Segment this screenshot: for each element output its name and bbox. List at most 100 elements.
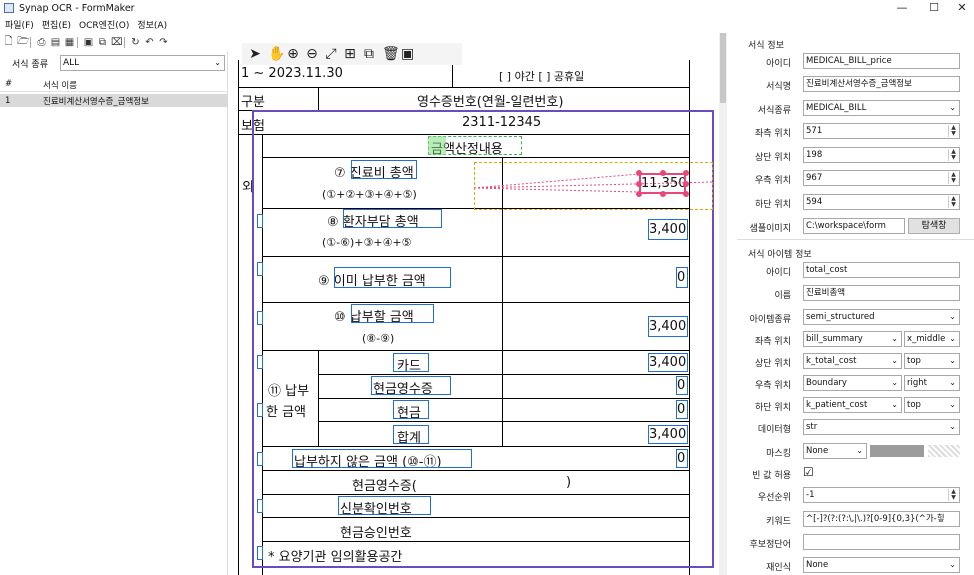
item-bottom-select[interactable]: k_patient_cost ⌄ (803, 397, 902, 413)
item-priority-input[interactable]: -1 ▲ ▼ (803, 487, 960, 503)
copy-icon[interactable]: ⧉ (97, 37, 108, 48)
toolbar-separator (30, 36, 31, 48)
menu-file[interactable]: 파일(F) (5, 18, 34, 31)
chevron-down-icon: ⌄ (949, 422, 956, 431)
item-keyword-label: 키워드 (766, 517, 791, 527)
trash-icon[interactable]: 🗑 (382, 46, 400, 62)
form-right-input[interactable]: 967 ▲ ▼ (803, 170, 960, 186)
resize-handle[interactable] (636, 170, 642, 176)
item-right-select[interactable]: Boundary ⌄ (803, 375, 902, 391)
minimize-button[interactable]: — (886, 0, 918, 16)
close-button[interactable]: ✕ (946, 0, 974, 16)
spinner-icon[interactable]: ▲ ▼ (948, 172, 958, 184)
spinner-icon[interactable]: ▲ ▼ (948, 489, 958, 501)
col-num-header: # (5, 79, 13, 89)
doc-top-right: [ ] 야간 [ ] 공휴일 (499, 70, 585, 83)
form-id-input[interactable]: MEDICAL_BILL_price (803, 53, 960, 69)
spinner-icon[interactable]: ▲ ▼ (948, 196, 958, 208)
resize-handle[interactable] (660, 170, 666, 176)
form-list-row[interactable]: 1 진료비계산서영수증_금액정보 (0, 94, 228, 107)
menu-ocr-engine[interactable]: OCR엔진(O) (79, 18, 129, 31)
resize-handle[interactable] (636, 181, 642, 187)
chevron-down-icon: ⌄ (949, 356, 956, 365)
chevron-down-icon: ⌄ (949, 103, 956, 112)
chevron-down-icon: ⌄ (949, 400, 956, 409)
properties-panel: 서식 정보 아이디 MEDICAL_BILL_price 서식명 진료비계산서영… (733, 33, 974, 575)
item-candidate-label: 후보정단어 (749, 540, 791, 550)
spinner-icon[interactable]: ▲ ▼ (948, 149, 958, 161)
add-box-icon[interactable]: ⊞ (344, 46, 356, 62)
delete-icon[interactable]: ⌧ (111, 37, 123, 48)
chevron-down-icon: ⌄ (949, 378, 956, 387)
item-type-select[interactable]: semi_structured ⌄ (803, 309, 960, 325)
browse-button[interactable]: 탐색창 (908, 218, 960, 234)
save-icon[interactable]: ▣ (401, 46, 414, 62)
form-type-select-r[interactable]: MEDICAL_BILL ⌄ (803, 100, 960, 116)
item-bottom-mode-select[interactable]: top ⌄ (904, 397, 960, 413)
form-type-label: 서식 종류 (12, 59, 48, 70)
window-title: Synap OCR - FormMaker (19, 2, 135, 14)
chevron-down-icon: ⌄ (949, 334, 956, 343)
zoom-in-icon[interactable]: ⊕ (287, 46, 299, 62)
item-top-select[interactable]: k_total_cost ⌄ (803, 353, 902, 369)
item-reocr-select[interactable]: None ⌄ (803, 557, 960, 573)
menu-info[interactable]: 정보(A) (137, 18, 167, 31)
resize-handle[interactable] (683, 191, 689, 197)
sample-image-input[interactable]: C:\workspace\form (803, 218, 905, 234)
chevron-down-icon: ⌄ (949, 312, 956, 321)
form-type-select[interactable]: ALL ⌄ (60, 55, 225, 71)
refresh-icon[interactable]: ↻ (130, 37, 141, 48)
form-list-header: # 서식 이름 (0, 79, 228, 92)
item-name-input[interactable]: 진료비총액 (803, 285, 960, 301)
zoom-out-icon[interactable]: ⊖ (306, 46, 318, 62)
form-bottom-input[interactable]: 594 ▲ ▼ (803, 194, 960, 210)
item-priority-label: 우선순위 (757, 493, 791, 503)
item-dtype-select[interactable]: str ⌄ (803, 419, 960, 435)
form-name-label: 서식명 (766, 82, 791, 92)
preview-icon[interactable]: ▤ (50, 37, 61, 48)
item-left-select[interactable]: bill_summary ⌄ (803, 331, 902, 347)
redo-icon[interactable]: ↷ (158, 37, 169, 48)
title-bar: Synap OCR - FormMaker (0, 0, 974, 16)
layout-icon[interactable]: ▣ (83, 37, 94, 48)
hand-pan-icon[interactable]: ✋ (268, 46, 285, 62)
mask-color-swatch[interactable] (870, 445, 924, 457)
pointer-icon[interactable]: ➤ (249, 46, 261, 62)
empty-allowed-checkbox[interactable]: ☑ (803, 465, 814, 479)
form-left-value: 571 (806, 126, 823, 136)
resize-handle[interactable] (683, 181, 689, 187)
resize-handle[interactable] (636, 191, 642, 197)
form-left-input[interactable]: 571 ▲ ▼ (803, 123, 960, 139)
spinner-icon[interactable]: ▲ ▼ (948, 125, 958, 137)
open-folder-icon[interactable]: 🗁 (17, 34, 29, 51)
item-keyword-input[interactable]: ^[-]?(?:(?:\,|\.)?[0-9]{0,3}(^가-힣 (803, 511, 960, 527)
divider (737, 239, 974, 240)
copy-box-icon[interactable]: ⧉ (363, 46, 375, 62)
canvas-scrollbar[interactable] (719, 33, 727, 575)
fit-screen-icon[interactable]: ⤢ (325, 46, 337, 62)
item-right-mode-select[interactable]: right ⌄ (904, 375, 960, 391)
undo-icon[interactable]: ↶ (144, 37, 155, 48)
resize-handle[interactable] (683, 170, 689, 176)
form-type-value: ALL (63, 58, 80, 68)
table-icon[interactable]: ▦ (64, 37, 75, 48)
menu-edit[interactable]: 편집(E) (42, 18, 71, 31)
form-name-input[interactable]: 진료비계산서영수증_금액정보 (803, 76, 960, 92)
new-file-icon[interactable]: 🗋 (3, 34, 14, 51)
form-id-label: 아이디 (766, 59, 791, 69)
form-type-label-r: 서식종류 (757, 106, 791, 116)
chevron-down-icon: ⌄ (891, 378, 898, 387)
toolbar-separator (124, 36, 125, 48)
item-left-mode-select[interactable]: x_middle ⌄ (904, 331, 960, 347)
print-icon[interactable]: ⎙ (36, 37, 47, 48)
form-right-value: 967 (806, 173, 823, 183)
item-id-input[interactable]: total_cost (803, 262, 960, 278)
item-mask-select[interactable]: None ⌄ (803, 443, 867, 459)
item-candidate-input[interactable] (803, 534, 960, 550)
form-top-input[interactable]: 198 ▲ ▼ (803, 147, 960, 163)
resize-handle[interactable] (660, 191, 666, 197)
item-top-mode-select[interactable]: top ⌄ (904, 353, 960, 369)
item-right-label: 우측 위치 (755, 381, 791, 391)
scrollbar-thumb[interactable] (720, 33, 726, 103)
col-name-header: 서식 이름 (43, 81, 77, 91)
